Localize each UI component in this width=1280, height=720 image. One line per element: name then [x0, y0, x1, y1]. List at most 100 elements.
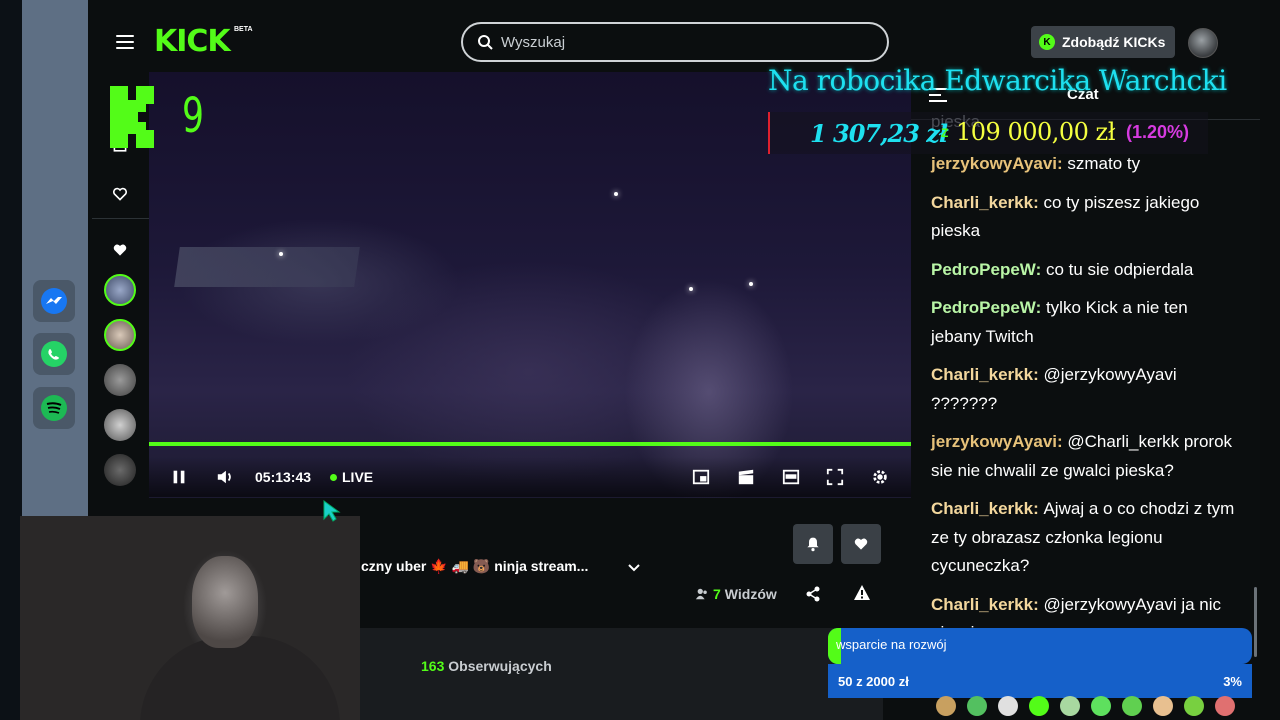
chat-message: jerzykowyAyavi: @Charli_kerkk prorok sie… [931, 428, 1241, 485]
video-frame-light [279, 252, 283, 256]
followers-number: 163 [421, 658, 445, 674]
mini-player-icon[interactable] [691, 467, 711, 487]
search-icon [478, 35, 493, 50]
webcam-person-face [192, 556, 258, 648]
beta-badge: BETA [234, 26, 253, 33]
chat-username[interactable]: Charli_kerkk [931, 365, 1033, 384]
overlay-goal-amount: 109 000,00 zł [956, 118, 1115, 146]
chat-username[interactable]: jerzykowyAyavi [931, 154, 1057, 173]
chat-message: Charli_kerkk: @jerzykowyAyavi ??????? [931, 361, 1241, 418]
emote-icon[interactable] [1029, 696, 1049, 716]
messenger-app[interactable] [33, 280, 75, 322]
live-label: LIVE [342, 469, 374, 485]
report-warning-icon[interactable] [853, 584, 871, 602]
chat-username-separator: : [1033, 365, 1044, 384]
chat-username-separator: : [1033, 499, 1044, 518]
viewer-count: 7 Widzów [695, 586, 777, 602]
mouse-cursor-icon [323, 500, 341, 522]
sidebar-divider [92, 218, 149, 219]
followers-label: Obserwujących [448, 658, 552, 674]
emote-icon[interactable] [967, 696, 987, 716]
fullscreen-icon[interactable] [825, 467, 845, 487]
viewer-label: Widzów [724, 586, 777, 602]
chat-username[interactable]: PedroPepeW [931, 298, 1036, 317]
chat-username-separator: : [1035, 298, 1046, 317]
chat-username[interactable]: jerzykowyAyavi [931, 432, 1057, 451]
followed-channel-avatar[interactable] [104, 364, 136, 396]
chat-username-separator: : [1057, 432, 1068, 451]
messenger-icon [41, 288, 67, 314]
chat-message: Charli_kerkk: co ty piszesz jakiego pies… [931, 189, 1241, 246]
followed-channel-avatar[interactable] [104, 274, 136, 306]
whatsapp-app[interactable] [33, 333, 75, 375]
viewer-number: 7 [713, 586, 721, 602]
get-kicks-button[interactable]: K Zdobądź KICKs [1031, 26, 1176, 58]
overlay-raised-amount: 1 307,23 zł [810, 119, 948, 148]
video-frame-windshield [174, 247, 360, 287]
emote-row [936, 696, 1246, 720]
chat-message-text: co tu sie odpierdala [1045, 259, 1194, 279]
chat-message: Charli_kerkk: Ajwaj a o co chodzi z tym … [931, 495, 1241, 581]
donation-goal-label: wsparcie na rozwój [836, 637, 947, 652]
chat-scrollbar[interactable] [1254, 587, 1257, 657]
users-icon [695, 588, 707, 600]
kicks-icon: K [1039, 34, 1055, 50]
clip-icon[interactable] [736, 467, 756, 487]
emote-icon[interactable] [1215, 696, 1235, 716]
screen: KICK BETA K Zdobądź KICKs [0, 0, 1280, 720]
stream-title: czny uber 🍁 🚚 🐻 ninja stream... [361, 558, 589, 574]
share-icon[interactable] [805, 586, 821, 602]
bell-icon [807, 537, 819, 552]
followers-count: 163 Obserwujących [421, 658, 552, 674]
chat-username[interactable]: PedroPepeW [931, 260, 1036, 279]
donation-goal-percent: 3% [1223, 674, 1242, 689]
chat-message: jerzykowyAyavi: szmato ty [931, 150, 1241, 179]
chat-username[interactable]: Charli_kerkk [931, 499, 1033, 518]
volume-icon[interactable] [215, 467, 235, 487]
chat-username-separator: : [1057, 154, 1068, 173]
followed-channel-avatar[interactable] [104, 409, 136, 441]
overlay-goal-title: Na robocika Edwarcika Warchcki [768, 64, 1227, 97]
follow-button[interactable] [841, 524, 881, 564]
chat-username-separator: : [1033, 192, 1044, 212]
emote-icon[interactable] [1184, 696, 1204, 716]
top-bar: KICK BETA K Zdobądź KICKs [88, 4, 1260, 72]
emote-icon[interactable] [1122, 696, 1142, 716]
overlay-counter: 9 [182, 88, 204, 144]
following-heart-icon[interactable] [110, 184, 130, 204]
heart-icon [854, 538, 868, 550]
video-frame-light [749, 282, 753, 286]
followed-channel-avatar[interactable] [104, 319, 136, 351]
emote-icon[interactable] [1153, 696, 1173, 716]
followed-channel-avatar[interactable] [104, 454, 136, 486]
emote-icon[interactable] [1060, 696, 1080, 716]
chat-username-separator: : [1035, 259, 1046, 279]
notifications-button[interactable] [793, 524, 833, 564]
kick-logo[interactable]: KICK [154, 24, 231, 59]
chat-messages: jerzykowyAyavi: szmato ty Charli_kerkk: c… [931, 150, 1241, 658]
spotify-app[interactable] [33, 387, 75, 429]
chat-username[interactable]: Charli_kerkk [931, 595, 1033, 614]
whatsapp-icon [41, 341, 67, 367]
chat-message: PedroPepeW: co tu sie odpierdala [931, 256, 1241, 285]
kick-k-overlay-icon [110, 86, 154, 148]
spotify-icon [41, 395, 67, 421]
theater-mode-icon[interactable] [781, 467, 801, 487]
donation-goal-widget: wsparcie na rozwój 50 z 2000 zł 3% [828, 628, 1252, 698]
get-kicks-label: Zdobądź KICKs [1062, 34, 1166, 50]
search-bar[interactable] [461, 22, 889, 62]
pause-icon[interactable] [169, 467, 189, 487]
user-avatar[interactable] [1188, 28, 1218, 58]
settings-gear-icon[interactable] [870, 467, 890, 487]
player-controls: 05:13:43 LIVE [149, 457, 911, 497]
emote-icon[interactable] [936, 696, 956, 716]
live-indicator: LIVE [330, 469, 373, 485]
chat-username[interactable]: Charli_kerkk [931, 193, 1033, 212]
video-frame-light [614, 192, 618, 196]
emote-icon[interactable] [998, 696, 1018, 716]
emote-icon[interactable] [1091, 696, 1111, 716]
menu-icon[interactable] [116, 35, 134, 49]
chevron-down-icon[interactable] [627, 560, 641, 574]
video-progress-bar[interactable] [149, 442, 911, 446]
search-input[interactable] [501, 33, 861, 51]
